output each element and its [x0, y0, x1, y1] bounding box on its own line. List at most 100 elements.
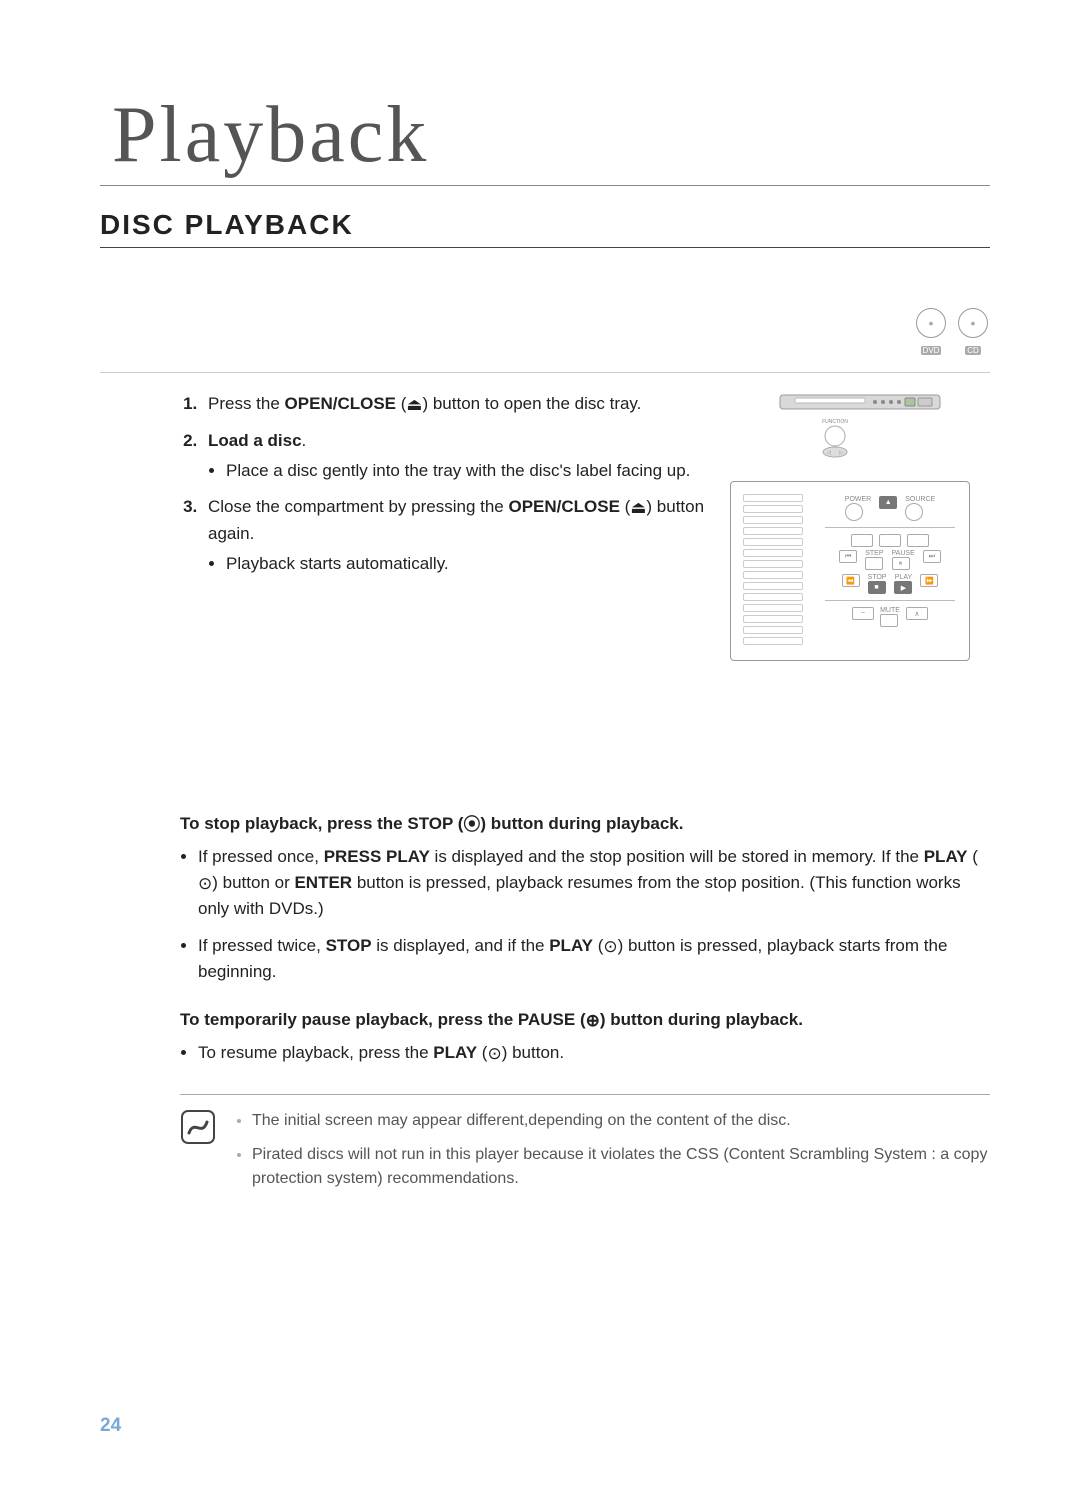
note-item: The initial screen may appear different,… [252, 1109, 990, 1133]
note-icon [180, 1109, 216, 1221]
play-label: PLAY [924, 847, 968, 866]
open-close-label: OPEN/CLOSE [285, 394, 396, 413]
play-icon: ⊙ [198, 875, 212, 892]
steps-column: Press the OPEN/CLOSE (⏏) button to open … [100, 391, 706, 661]
page: Playback DISC PLAYBACK DVD CD Press the … [0, 0, 1080, 1495]
badge-cd: CD [956, 308, 990, 358]
text: ( [968, 847, 978, 866]
play-icon: ⊙ [487, 1045, 501, 1062]
vol-up-icon: ∧ [906, 607, 928, 620]
pause-icon: ⏸ [892, 557, 910, 570]
mute-icon [880, 614, 898, 627]
text: ( [593, 936, 603, 955]
player-svg: FUNCTION ◁ ▷ [775, 391, 945, 461]
section-title: DISC PLAYBACK [100, 209, 990, 248]
badge-label: DVD [921, 346, 942, 355]
bullet: Place a disc gently into the tray with t… [226, 458, 706, 484]
text: To temporarily pause playback, press the [180, 1010, 518, 1029]
button-icon [851, 534, 873, 547]
pause-label: PAUSE [518, 1010, 575, 1029]
open-close-label: OPEN/CLOSE [508, 497, 619, 516]
text: ) button to open the disc tray. [422, 394, 641, 413]
pause-label: PAUSE [892, 550, 915, 557]
stop-icon: ■ [868, 581, 886, 594]
step-label: STEP [865, 550, 883, 557]
text: ) button during playback. [480, 814, 683, 833]
badge-label: CD [965, 346, 981, 355]
text: To stop playback, press the [180, 814, 407, 833]
text: ( [575, 1010, 585, 1029]
pause-icon: ⊕ [586, 1012, 600, 1029]
step-3: Close the compartment by pressing the OP… [202, 494, 706, 577]
notes-box: The initial screen may appear different,… [180, 1094, 990, 1221]
text: To resume playback, press the [198, 1043, 433, 1062]
button-icon [907, 534, 929, 547]
text: ) button. [502, 1043, 564, 1062]
text: If pressed twice, [198, 936, 326, 955]
rew-icon: ⏪ [842, 574, 860, 587]
steps-row: Press the OPEN/CLOSE (⏏) button to open … [100, 391, 990, 661]
ff-icon: ⏩ [920, 574, 938, 587]
bullet: If pressed once, PRESS PLAY is displayed… [198, 844, 990, 923]
next-icon: ⏭ [923, 550, 941, 563]
disc-icon [958, 308, 988, 338]
play-label: PLAY [894, 574, 912, 581]
text: ) button during playback. [600, 1010, 803, 1029]
remote-right-panel: POWER ▲ SOURCE [825, 492, 955, 627]
chapter-title: Playback [100, 90, 990, 186]
eject-icon: ⏏ [406, 396, 422, 413]
button-icon [879, 534, 901, 547]
text: Close the compartment by pressing the [208, 497, 508, 516]
mute-label: MUTE [880, 607, 900, 614]
stop-label: STOP [868, 574, 887, 581]
stop-label: STOP [407, 814, 453, 833]
text: is displayed, and if the [372, 936, 550, 955]
badge-dvd: DVD [914, 308, 948, 358]
divider [100, 372, 990, 373]
text: ) button or [212, 873, 294, 892]
disc-type-badges: DVD CD [100, 308, 990, 358]
notes-list: The initial screen may appear different,… [234, 1109, 990, 1201]
text: Press the [208, 394, 285, 413]
power-label: POWER [845, 496, 871, 503]
step-2-bullets: Place a disc gently into the tray with t… [208, 458, 706, 484]
remote-illustration: POWER ▲ SOURCE [730, 481, 970, 661]
play-icon: ⊙ [603, 938, 617, 955]
svg-text:▷: ▷ [839, 450, 843, 456]
enter-label: ENTER [294, 873, 352, 892]
step-icon [865, 557, 883, 570]
text: ( [477, 1043, 487, 1062]
stop-icon: ⦿ [463, 816, 480, 833]
source-label: SOURCE [905, 496, 935, 503]
text: . [302, 431, 307, 450]
vol-down-icon: − [852, 607, 874, 620]
pause-heading: To temporarily pause playback, press the… [180, 1007, 990, 1033]
source-button-icon [905, 503, 923, 521]
steps-list: Press the OPEN/CLOSE (⏏) button to open … [180, 391, 706, 577]
press-play-label: PRESS PLAY [324, 847, 430, 866]
text: If pressed once, [198, 847, 324, 866]
remote-left-buttons [743, 494, 803, 645]
body-section: To stop playback, press the STOP (⦿) but… [100, 811, 990, 1221]
eject-button-icon: ▲ [879, 496, 897, 509]
stop-bullets: If pressed once, PRESS PLAY is displayed… [180, 844, 990, 986]
bullet: Playback starts automatically. [226, 551, 706, 577]
disc-icon [916, 308, 946, 338]
text: ( [453, 814, 463, 833]
play-icon: ▶ [894, 581, 912, 594]
text: ( [620, 497, 630, 516]
bullet: To resume playback, press the PLAY (⊙) b… [198, 1040, 990, 1066]
text: is displayed and the stop position will … [430, 847, 924, 866]
eject-icon: ⏏ [630, 499, 646, 516]
page-number: 24 [100, 1415, 121, 1437]
function-label: FUNCTION [822, 419, 848, 425]
step-3-bullets: Playback starts automatically. [208, 551, 706, 577]
play-label: PLAY [433, 1043, 477, 1062]
text: ( [396, 394, 406, 413]
prev-icon: ⏮ [839, 550, 857, 563]
illustrations-column: FUNCTION ◁ ▷ POWER [730, 391, 990, 661]
step-2: Load a disc. Place a disc gently into th… [202, 428, 706, 485]
play-label: PLAY [549, 936, 593, 955]
stop-label: STOP [326, 936, 372, 955]
player-front-illustration: FUNCTION ◁ ▷ [775, 391, 945, 461]
